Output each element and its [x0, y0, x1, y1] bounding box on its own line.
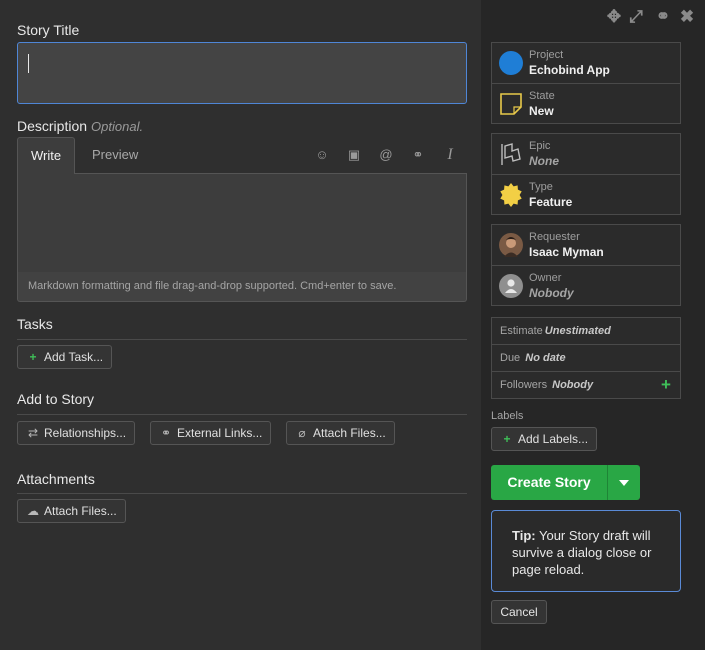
state-icon	[499, 92, 523, 116]
estimate-field[interactable]: Estimate Unestimated	[492, 318, 680, 344]
people-card: Requester Isaac Myman Owner Nobody	[491, 224, 681, 306]
expand-icon[interactable]: ⤢	[626, 7, 646, 27]
attachments-label: Attachments	[17, 471, 95, 487]
project-state-card: Project Echobind App State New	[491, 42, 681, 124]
attachments-attach-files-label: Attach Files...	[44, 504, 117, 518]
epic-label: Epic	[529, 140, 551, 152]
attach-files-button[interactable]: ⌀ Attach Files...	[286, 421, 395, 445]
mention-icon[interactable]: @	[377, 146, 395, 164]
create-story-button[interactable]: Create Story	[491, 465, 607, 500]
draft-tip: Tip: Your Story draft will survive a dia…	[491, 510, 681, 592]
requester-value: Isaac Myman	[529, 245, 604, 259]
cancel-button[interactable]: Cancel	[491, 600, 547, 624]
type-label: Type	[529, 181, 553, 193]
attach-files-label: Attach Files...	[313, 426, 386, 440]
epic-value: None	[529, 154, 559, 168]
state-label: State	[529, 90, 555, 102]
divider	[17, 339, 467, 340]
tasks-label: Tasks	[17, 316, 53, 332]
labels-label: Labels	[491, 410, 524, 422]
add-to-story-label: Add to Story	[17, 391, 95, 407]
story-form: Story Title Description Optional. Write P…	[0, 0, 481, 650]
relationships-button[interactable]: ⇄ Relationships...	[17, 421, 136, 445]
relationships-label: Relationships...	[44, 426, 127, 440]
meta-card: Estimate Unestimated Due No date Follower…	[491, 317, 681, 399]
requester-field[interactable]: Requester Isaac Myman	[492, 225, 680, 265]
requester-avatar	[499, 233, 523, 257]
due-value: No date	[525, 352, 566, 364]
requester-label: Requester	[529, 231, 580, 243]
external-links-button[interactable]: ⚭ External Links...	[150, 421, 272, 445]
plus-icon: +	[503, 432, 511, 446]
image-icon[interactable]: ▣	[345, 146, 363, 164]
close-icon[interactable]: ✖	[677, 7, 697, 27]
divider	[17, 414, 467, 415]
project-field[interactable]: Project Echobind App	[492, 43, 680, 83]
due-label: Due	[500, 352, 521, 364]
external-links-label: External Links...	[177, 426, 263, 440]
plus-icon: +	[29, 350, 37, 364]
project-color-icon	[499, 51, 523, 75]
add-task-button[interactable]: + Add Task...	[17, 345, 113, 369]
state-value: New	[529, 104, 554, 118]
epic-flag-icon	[499, 142, 523, 166]
story-title-input[interactable]	[17, 42, 467, 104]
estimate-label: Estimate	[500, 325, 543, 337]
project-value: Echobind App	[529, 63, 610, 77]
story-title-label: Story Title	[17, 22, 80, 38]
create-options-dropdown[interactable]	[607, 465, 640, 500]
description-label: Description	[17, 118, 88, 134]
paperclip-icon: ⌀	[298, 426, 306, 440]
tip-prefix: Tip:	[512, 528, 536, 543]
permalink-icon[interactable]: ⚭	[653, 7, 673, 27]
description-footer-hint: Markdown formatting and file drag-and-dr…	[17, 272, 467, 302]
tab-write[interactable]: Write	[17, 137, 76, 174]
optional-hint: Optional.	[91, 119, 144, 134]
project-label: Project	[529, 49, 564, 61]
feature-icon	[499, 183, 523, 207]
add-task-label: Add Task...	[44, 350, 104, 364]
description-editor: Write Preview ☺ ▣ @ ⚭ I Markdown formatt…	[17, 137, 467, 302]
type-field[interactable]: Type Feature	[492, 175, 680, 215]
add-labels-button[interactable]: + Add Labels...	[491, 427, 598, 451]
add-labels-label: Add Labels...	[518, 432, 589, 446]
owner-avatar-placeholder-icon	[499, 274, 523, 298]
followers-value: Nobody	[552, 379, 594, 391]
epic-field[interactable]: Epic None	[492, 134, 680, 174]
text-caret	[28, 54, 29, 73]
type-value: Feature	[529, 195, 573, 209]
epic-type-card: Epic None Type Feature	[491, 133, 681, 215]
description-heading: Description Optional.	[17, 118, 143, 134]
link-icon[interactable]: ⚭	[409, 146, 427, 164]
link-icon: ⚭	[160, 426, 172, 440]
followers-field[interactable]: Followers Nobody	[492, 372, 680, 398]
emoji-icon[interactable]: ☺	[313, 146, 331, 164]
tab-preview[interactable]: Preview	[79, 137, 151, 174]
followers-label: Followers	[500, 379, 548, 391]
estimate-value: Unestimated	[544, 325, 611, 337]
relationships-icon: ⇄	[27, 426, 39, 440]
attachments-attach-files-button[interactable]: ☁ Attach Files...	[17, 499, 126, 523]
italic-icon[interactable]: I	[441, 146, 459, 164]
chevron-down-icon	[619, 480, 629, 486]
divider	[17, 493, 467, 494]
owner-field[interactable]: Owner Nobody	[492, 266, 680, 306]
due-field[interactable]: Due No date	[492, 345, 680, 371]
description-textarea[interactable]	[17, 173, 467, 272]
owner-label: Owner	[529, 272, 562, 284]
move-icon[interactable]: ✥	[604, 7, 624, 27]
create-story-dialog: Story Title Description Optional. Write P…	[0, 0, 705, 650]
state-field[interactable]: State New	[492, 84, 680, 124]
add-follower-plus-icon[interactable]: +	[661, 375, 671, 395]
owner-value: Nobody	[529, 286, 574, 300]
cloud-upload-icon: ☁	[27, 504, 39, 518]
